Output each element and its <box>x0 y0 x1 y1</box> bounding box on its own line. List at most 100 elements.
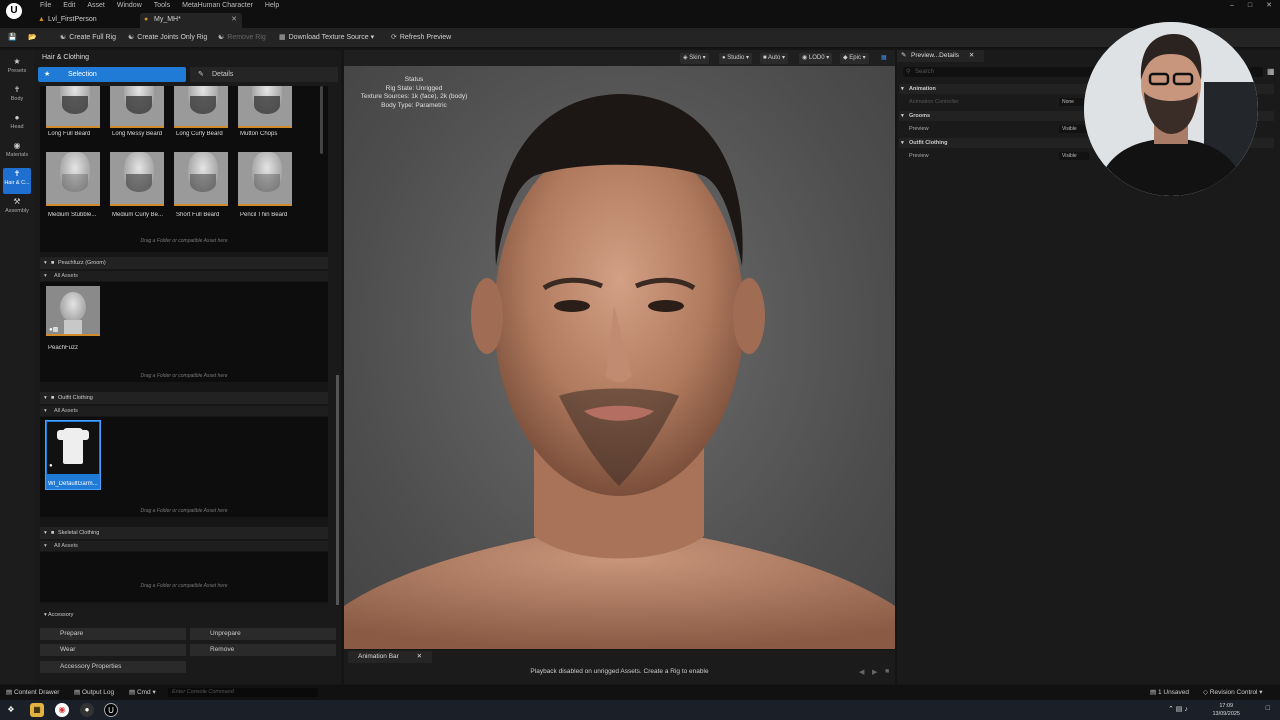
close-tab-icon[interactable]: ✕ <box>969 52 974 59</box>
menu-file[interactable]: File <box>34 0 57 12</box>
nav-hair-clothing[interactable]: ✝ Hair & C... <box>3 168 31 194</box>
outfit-thumbnail-selected[interactable]: ● WI_DefaultGarm... <box>45 420 101 490</box>
all-assets-header[interactable]: ▾ All Assets <box>40 541 328 551</box>
beard-thumbnail[interactable] <box>238 152 292 206</box>
skin-dropdown[interactable]: ◈ Skin ▾ <box>680 53 709 64</box>
beard-thumbnail[interactable] <box>174 86 228 128</box>
panel-tabs: ★ Selection ✎ Details <box>38 67 338 82</box>
cmd-dropdown[interactable]: ▤ Cmd ▾ <box>129 685 156 700</box>
panel-scrollbar[interactable] <box>336 375 339 605</box>
tab-my-mh[interactable]: ● My_MH* ✕ <box>140 13 242 28</box>
system-clock[interactable]: 17:09 13/09/2025 <box>1212 702 1240 718</box>
nav-presets[interactable]: ★ Presets <box>3 56 31 82</box>
asset-scroll-area[interactable]: Long Full Beard Long Messy Beard Long Cu… <box>40 86 328 604</box>
all-assets-header[interactable]: ▾ All Assets <box>40 406 328 416</box>
body-icon: ✝ <box>13 85 21 94</box>
beard-thumbnail[interactable] <box>238 86 292 128</box>
obs-icon[interactable]: ● <box>80 703 94 717</box>
minimize-icon[interactable]: – <box>1230 0 1234 12</box>
notifications-icon[interactable]: □ <box>1266 705 1270 712</box>
menu-asset[interactable]: Asset <box>81 0 111 12</box>
windows-start-icon[interactable]: ❖ <box>4 703 18 717</box>
prepare-button[interactable]: Prepare <box>40 628 186 640</box>
remove-button[interactable]: Remove <box>190 644 336 656</box>
nav-head[interactable]: ● Head <box>3 112 31 138</box>
accessory-properties-button[interactable]: Accessory Properties <box>40 661 186 673</box>
console-input[interactable]: Enter Console Command <box>168 688 318 697</box>
chrome-icon[interactable]: ◉ <box>55 703 69 717</box>
browse-icon[interactable]: 📂 <box>28 32 37 44</box>
level-icon: ▲ <box>38 16 45 23</box>
tab-preview-details[interactable]: ✎ Preview...Details ✕ <box>897 50 985 62</box>
play-backward-icon[interactable]: ◀ <box>859 668 864 676</box>
left-navigation: ★ Presets ✝ Body ● Head ◉ Materials ✝ Hair & … <box>0 50 34 684</box>
prop-label: Preview <box>909 126 929 132</box>
tab-selection[interactable]: ★ Selection <box>38 67 186 82</box>
download-texture-source-button[interactable]: ▦ Download Texture Source ▾ <box>279 32 374 44</box>
maximize-icon[interactable]: □ <box>1248 0 1252 12</box>
beard-thumbnail[interactable] <box>110 152 164 206</box>
wear-button[interactable]: Wear <box>40 644 186 656</box>
menu-tools[interactable]: Tools <box>148 0 176 12</box>
status-title: Status <box>404 76 424 83</box>
tab-selection-label: Selection <box>68 71 97 78</box>
menu-metahuman-character[interactable]: MetaHuman Character <box>176 0 259 12</box>
play-icon[interactable]: ▶ <box>872 668 877 676</box>
section-header-outfit-clothing[interactable]: ▾ ■ Outfit Clothing <box>40 392 328 404</box>
tab-details[interactable]: ✎ Details <box>190 67 338 82</box>
accessory-header[interactable]: ▾ Accessory <box>36 610 339 620</box>
close-tab-icon[interactable]: ✕ <box>417 653 422 660</box>
character-viewport[interactable]: Status Rig State: Unrigged Texture Sourc… <box>344 66 895 649</box>
lod-dropdown[interactable]: ◉ LOD0 ▾ <box>799 53 833 64</box>
save-icon[interactable]: 💾 <box>8 32 17 44</box>
content-drawer-button[interactable]: ▤ Content Drawer <box>6 685 59 700</box>
create-joints-only-rig-button[interactable]: ☯ Create Joints Only Rig <box>128 32 207 44</box>
grooms-preview-value[interactable]: Visible <box>1059 125 1089 133</box>
quality-dropdown[interactable]: ◆ Epic ▾ <box>840 53 869 64</box>
peachfuzz-thumbnail[interactable]: ●▩ <box>46 286 100 336</box>
create-full-rig-button[interactable]: ☯ Create Full Rig <box>60 32 116 44</box>
unsaved-indicator[interactable]: ▤ 1 Unsaved <box>1150 685 1189 700</box>
file-explorer-icon[interactable]: ▦ <box>30 703 44 717</box>
nav-label: Hair & C... <box>4 180 30 186</box>
beard-thumbnail[interactable] <box>174 152 228 206</box>
stop-icon[interactable]: ■ <box>885 668 889 675</box>
menu-help[interactable]: Help <box>259 0 285 12</box>
close-window-icon[interactable]: ✕ <box>1266 0 1272 12</box>
unreal-logo[interactable]: U <box>6 3 22 19</box>
unsaved-label: 1 Unsaved <box>1157 689 1190 696</box>
document-tabs: ▲ Lvl_FirstPerson ● My_MH* ✕ <box>0 12 1280 28</box>
inner-scrollbar[interactable] <box>320 86 323 154</box>
studio-dropdown[interactable]: ● Studio ▾ <box>719 53 752 64</box>
unsaved-icon: ▤ <box>1150 689 1158 696</box>
nav-assembly[interactable]: ⚒ Assembly <box>3 196 31 222</box>
pencil-icon: ✎ <box>198 71 204 78</box>
section-header-peachfuzz[interactable]: ▾ ■ Peachfuzz (Groom) <box>40 257 328 269</box>
grid-settings-icon[interactable]: ▦ <box>1267 67 1275 76</box>
section-header-skeletal-clothing[interactable]: ▾ ■ Skeletal Clothing <box>40 527 328 539</box>
webcam-overlay <box>1084 22 1258 196</box>
menu-window[interactable]: Window <box>111 0 148 12</box>
viewport-layout-icon[interactable]: ▦ <box>878 53 890 64</box>
close-tab-icon[interactable]: ✕ <box>231 13 237 27</box>
all-assets-header[interactable]: ▾ All Assets <box>40 271 328 281</box>
remove-rig-button[interactable]: ☯ Remove Rig <box>218 32 266 44</box>
refresh-preview-button[interactable]: ⟳ Refresh Preview <box>391 32 451 44</box>
tray-icons[interactable]: ⌃ ▤ ♪ <box>1168 705 1188 713</box>
tab-animation-bar[interactable]: Animation Bar ✕ <box>348 651 433 663</box>
unreal-engine-icon[interactable]: U <box>104 703 118 717</box>
tab-lvl-firstperson[interactable]: ▲ Lvl_FirstPerson <box>34 13 134 28</box>
nav-materials[interactable]: ◉ Materials <box>3 140 31 166</box>
nav-body[interactable]: ✝ Body <box>3 84 31 110</box>
beard-thumbnail[interactable] <box>46 86 100 128</box>
beard-thumbnail[interactable] <box>46 152 100 206</box>
unprepare-button[interactable]: Unprepare <box>190 628 336 640</box>
menu-edit[interactable]: Edit <box>57 0 81 12</box>
asset-label: Long Curly Beard <box>176 131 223 137</box>
auto-dropdown[interactable]: ■ Auto ▾ <box>760 53 788 64</box>
outfit-preview-value[interactable]: Visible <box>1059 152 1089 160</box>
remove-rig-icon: ☯ <box>218 34 225 41</box>
revision-control-button[interactable]: ◇ Revision Control ▾ <box>1203 685 1263 700</box>
output-log-button[interactable]: ▤ Output Log <box>74 685 114 700</box>
beard-thumbnail[interactable] <box>110 86 164 128</box>
